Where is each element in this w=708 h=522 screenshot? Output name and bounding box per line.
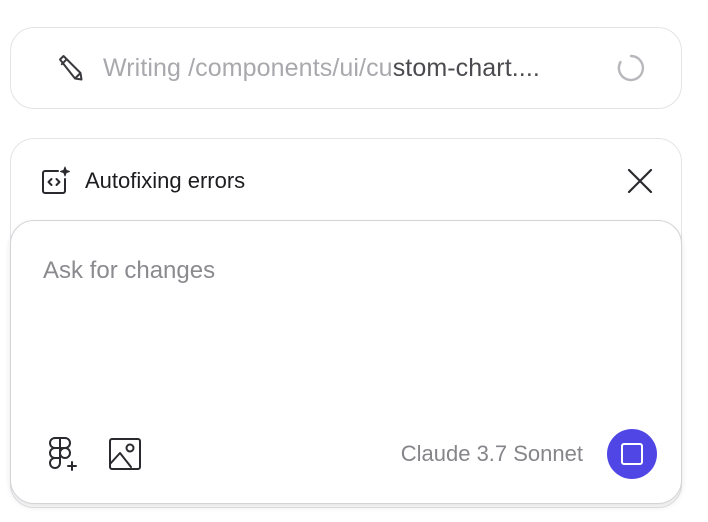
prompt-input[interactable] [43,251,643,291]
autofix-label: Autofixing errors [85,168,246,193]
close-button[interactable] [623,164,657,198]
pencil-icon [59,55,83,81]
image-icon [109,438,141,470]
stop-generation-button[interactable] [607,429,657,479]
close-icon [627,168,653,194]
image-upload-button[interactable] [105,434,145,474]
file-write-status: Writing /components/ui/custom-chart.... [10,27,682,109]
status-path-strong: stom-chart.... [392,54,540,82]
model-selector[interactable]: Claude 3.7 Sonnet [401,441,583,467]
code-sparkle-icon [42,166,70,194]
figma-import-button[interactable] [43,434,83,474]
loading-spinner-icon [617,54,645,82]
status-action: Writing [103,54,182,82]
stop-icon [621,443,643,465]
figma-plus-icon [49,437,77,471]
status-path-faded: /components/ui/cu [188,54,393,82]
autofix-header: Autofixing errors [39,163,657,199]
status-text: Writing /components/ui/custom-chart.... [103,53,593,83]
chat-composer: Claude 3.7 Sonnet [10,220,682,504]
